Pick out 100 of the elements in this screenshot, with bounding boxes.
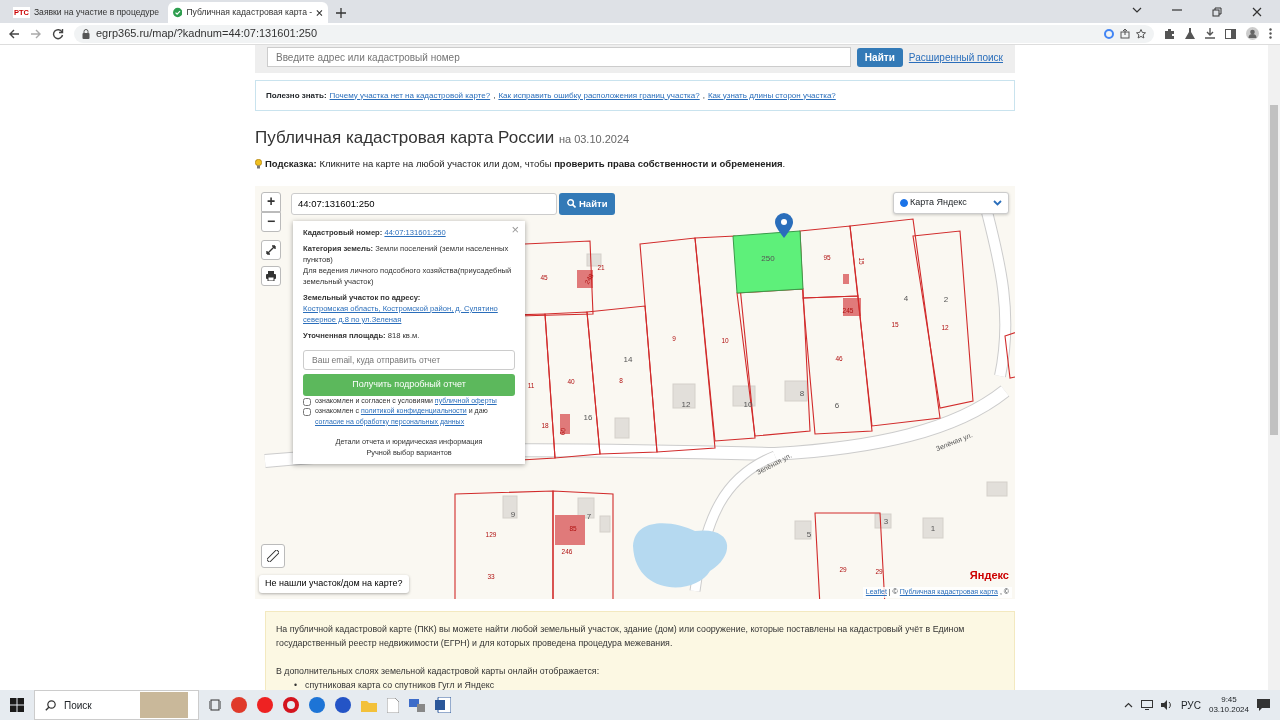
parcel-number: 5 (806, 529, 812, 539)
parcel-number: 8 (799, 388, 805, 398)
selected-parcel[interactable] (732, 230, 804, 294)
hint-text: Подсказка: Кликните на карте на любой участок или дом, чтобы проверить права собственности и обременения. (265, 156, 786, 171)
task-view-icon[interactable] (209, 699, 221, 711)
ring-icon[interactable] (283, 697, 299, 713)
network-icon[interactable] (1140, 700, 1153, 710)
network-computer-icon[interactable] (409, 698, 425, 712)
chevron-down-icon[interactable] (1132, 7, 1142, 13)
tip-link[interactable]: Как узнать длины сторон участка? (707, 89, 836, 102)
building-shape (614, 417, 630, 439)
tip-link[interactable]: Почему участка нет на кадастровой карте? (329, 89, 491, 102)
restore-icon[interactable] (1212, 7, 1222, 17)
tab-title: Заявки на участие в процедуре (33, 6, 160, 19)
layer-label: Карта Яндекс (910, 196, 968, 209)
parcel-number: 12 (681, 399, 691, 409)
tip-link[interactable]: Как исправить ошибку расположения границ участка? (498, 89, 700, 102)
print-button[interactable] (261, 265, 281, 286)
lock-icon (82, 28, 90, 39)
fullscreen-button[interactable] (261, 239, 281, 260)
word-document-icon[interactable] (435, 697, 451, 713)
parcel-outline[interactable] (814, 512, 886, 599)
agreement-checkbox[interactable] (303, 408, 311, 417)
url-text: egrp365.ru/map/?kadnum=44:07:131601:250 (96, 26, 319, 42)
layers-intro: В дополнительных слоях земельной кадастровой карты онлайн отображается: (276, 664, 601, 678)
layer-select[interactable]: Карта Яндекс (893, 191, 1009, 214)
ruler-icon (267, 549, 279, 562)
search-icon (45, 699, 56, 711)
parcel-outline[interactable] (912, 230, 974, 409)
speaker-icon[interactable] (1160, 700, 1173, 710)
search-button[interactable]: Найти (856, 47, 903, 67)
building-shape (784, 380, 808, 402)
puzzle-icon[interactable] (1164, 28, 1175, 39)
building-shape (560, 413, 570, 434)
parcel-outline[interactable] (1004, 330, 1015, 379)
caret-up-icon[interactable] (1123, 702, 1133, 708)
notification-icon[interactable] (1257, 699, 1270, 711)
disc-icon[interactable] (257, 697, 273, 713)
parcel-outline[interactable] (544, 311, 601, 459)
star-icon[interactable] (1136, 28, 1146, 39)
map-provider-logo: Яндекс (969, 568, 1009, 584)
close-icon[interactable] (1252, 7, 1262, 17)
parcel-number: 6 (834, 400, 840, 410)
building-shape (986, 481, 1008, 497)
check-circle-icon (173, 7, 183, 18)
dot-icon[interactable] (335, 697, 351, 713)
parcel-outline[interactable] (639, 237, 716, 453)
building-shape (732, 385, 756, 407)
email-field[interactable]: Ваш email, куда отправить отчет (303, 349, 515, 370)
flask-icon[interactable] (1185, 28, 1195, 39)
parcel-outline[interactable] (802, 295, 873, 435)
close-button[interactable]: × (511, 220, 519, 240)
not-found-button[interactable]: Не нашли участок/дом на карте? (259, 575, 409, 593)
parcel-outline[interactable] (454, 490, 554, 599)
download-icon[interactable] (1205, 28, 1215, 39)
advanced-search-link[interactable]: Расширенный поиск (908, 49, 1003, 65)
building-shape (843, 297, 861, 316)
parcel-number: 7 (586, 511, 592, 521)
address-bar[interactable]: egrp365.ru/map/?kadnum=44:07:131601:250 (74, 24, 1154, 43)
reload-icon[interactable] (52, 27, 64, 40)
search-field[interactable]: Введите адрес или кадастровый номер (267, 47, 851, 67)
map-search-field[interactable]: 44:07:131601:250 (291, 192, 557, 215)
scrollbar-track[interactable] (1268, 45, 1280, 690)
new-tab-icon[interactable] (336, 8, 346, 18)
zoom-in-button[interactable]: + (261, 191, 281, 212)
round-icon[interactable] (309, 697, 325, 713)
radio-button[interactable] (900, 198, 908, 207)
search-placeholder: Поиск (64, 698, 92, 713)
zoom-out-button[interactable]: − (261, 211, 281, 232)
avatar-icon[interactable] (1246, 27, 1259, 40)
parcel-outline[interactable] (586, 305, 658, 455)
close-icon[interactable] (316, 8, 323, 17)
google-g-icon[interactable] (1104, 28, 1114, 39)
windows-logo-icon[interactable] (10, 698, 24, 712)
taskbar-search-field[interactable]: Поиск (34, 690, 199, 720)
browser-tab[interactable]: Публичная кадастровая карта - (168, 2, 328, 23)
circle-icon[interactable] (231, 697, 247, 713)
parcel-number: 250 (761, 253, 775, 263)
minimize-icon[interactable] (1172, 7, 1182, 13)
lightbulb-icon (255, 158, 262, 169)
diagonal-arrows-icon (266, 244, 276, 255)
language-indicator[interactable]: РУС (1180, 697, 1201, 713)
ruler-button[interactable] (261, 543, 285, 568)
share-icon[interactable] (1120, 28, 1130, 39)
page-title: Публичная кадастровая карта России (255, 128, 555, 147)
title-date: на 03.10.2024 (558, 133, 630, 145)
building-shape (874, 513, 892, 529)
parcel-outline[interactable] (552, 490, 614, 599)
menu-dots-icon[interactable] (1269, 28, 1272, 39)
scrollbar-thumb[interactable] (1270, 105, 1278, 435)
back-arrow-icon[interactable] (8, 27, 20, 40)
map-pin-icon[interactable] (775, 212, 793, 238)
agreement-checkbox[interactable] (303, 397, 311, 406)
building-shape (922, 517, 944, 539)
parcel-number: 4 (903, 293, 909, 303)
map-canvas[interactable] (255, 185, 1015, 599)
map-search-button[interactable]: Найти (559, 192, 616, 215)
sidebar-icon[interactable] (1225, 28, 1236, 39)
taskbar-clock[interactable]: 9:45 03.10.2024 (1208, 695, 1249, 715)
printer-icon (266, 270, 276, 281)
